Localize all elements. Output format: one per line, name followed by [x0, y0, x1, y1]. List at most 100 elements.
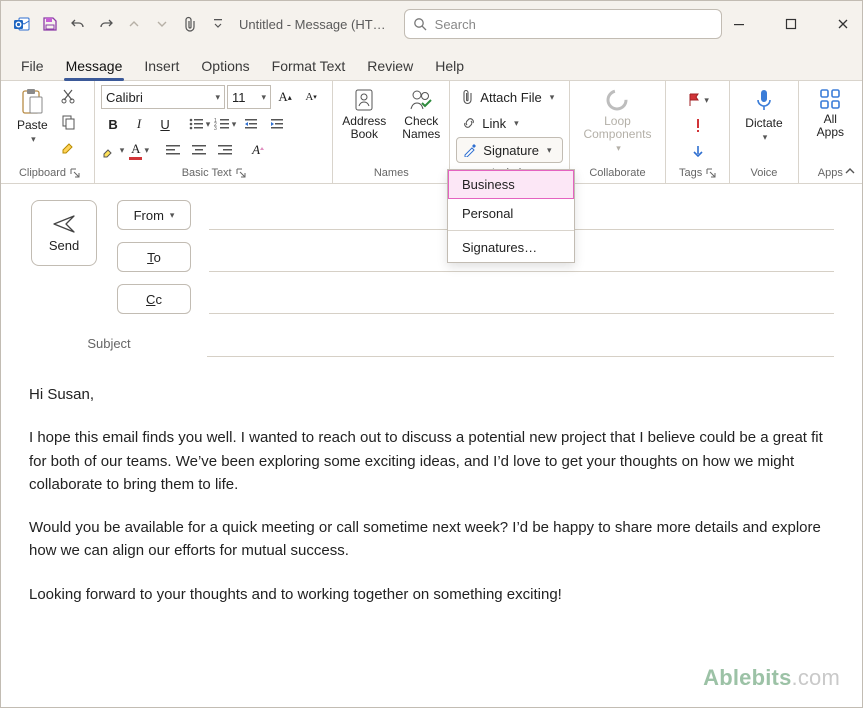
group-basic-text-label: Basic Text: [182, 167, 232, 179]
paperclip-icon: [462, 89, 474, 105]
bold-icon[interactable]: B: [101, 113, 125, 135]
to-button[interactable]: To: [117, 242, 191, 272]
maximize-button[interactable]: [774, 7, 808, 41]
font-size-combo[interactable]: 11▾: [227, 85, 271, 109]
low-importance-icon[interactable]: [686, 141, 710, 163]
align-center-icon[interactable]: [187, 139, 211, 161]
signature-menu-signatures[interactable]: Signatures…: [448, 233, 574, 262]
signature-button[interactable]: Signature▾: [456, 137, 563, 163]
follow-up-icon[interactable]: ▾: [686, 89, 710, 111]
tab-message[interactable]: Message: [64, 54, 125, 80]
tab-format-text[interactable]: Format Text: [270, 54, 348, 80]
close-button[interactable]: [826, 7, 860, 41]
tab-options[interactable]: Options: [199, 54, 251, 80]
signature-menu-business[interactable]: Business: [448, 170, 574, 199]
link-button[interactable]: Link▾: [456, 111, 563, 135]
check-names-button[interactable]: Check Names: [396, 85, 446, 143]
decrease-indent-icon[interactable]: [239, 113, 263, 135]
window-controls: [722, 7, 860, 41]
address-book-button[interactable]: Address Book: [336, 85, 392, 143]
clipboard-icon: [19, 87, 45, 117]
signature-menu-personal[interactable]: Personal: [448, 199, 574, 228]
search-input[interactable]: Search: [404, 9, 722, 39]
subject-label: Subject: [29, 336, 189, 351]
align-right-icon[interactable]: [213, 139, 237, 161]
tab-insert[interactable]: Insert: [142, 54, 181, 80]
loop-icon: [604, 87, 630, 113]
qat-overflow-icon[interactable]: [205, 11, 231, 37]
address-book-icon: [352, 87, 376, 113]
collapse-ribbon-icon[interactable]: [844, 165, 856, 177]
tab-review[interactable]: Review: [365, 54, 415, 80]
paste-button[interactable]: Paste▾: [11, 85, 54, 148]
subject-field[interactable]: [207, 330, 834, 357]
dialog-launcher-icon[interactable]: [70, 168, 80, 178]
group-basic-text: Calibri▾ 11▾ A▴ A▾ B I U ▾ 123▾ ▾ A▾: [95, 81, 333, 183]
shrink-font-icon[interactable]: A▾: [299, 86, 323, 108]
underline-icon[interactable]: U: [153, 113, 177, 135]
nav-down-icon: [149, 11, 175, 37]
loop-label: Loop Components: [583, 115, 651, 141]
grow-font-icon[interactable]: A▴: [273, 86, 297, 108]
body-paragraph: Would you be available for a quick meeti…: [29, 516, 834, 563]
body-paragraph: I hope this email finds you well. I want…: [29, 426, 834, 496]
watermark-suffix: .com: [792, 665, 840, 690]
font-name-combo[interactable]: Calibri▾: [101, 85, 225, 109]
numbering-icon[interactable]: 123▾: [213, 113, 237, 135]
format-painter-icon[interactable]: [56, 137, 80, 159]
tab-file[interactable]: File: [19, 54, 46, 80]
body-paragraph: Looking forward to your thoughts and to …: [29, 583, 834, 606]
group-apps-label: Apps: [818, 167, 843, 179]
compose-area: Send From▾ To Cc Subject Hi Susan, I hop…: [1, 184, 862, 606]
loop-components-button: Loop Components▾: [577, 85, 657, 156]
message-body[interactable]: Hi Susan, I hope this email finds you we…: [29, 383, 834, 606]
high-importance-icon[interactable]: [686, 115, 710, 137]
group-clipboard-label: Clipboard: [19, 167, 66, 179]
nav-up-icon: [121, 11, 147, 37]
link-icon: [462, 116, 476, 130]
window-title: Untitled - Message (HT…: [239, 17, 386, 32]
from-button[interactable]: From▾: [117, 200, 191, 230]
italic-icon[interactable]: I: [127, 113, 151, 135]
dictate-button[interactable]: Dictate▾: [739, 85, 788, 145]
send-button[interactable]: Send: [31, 200, 97, 266]
send-label: Send: [49, 238, 79, 253]
search-icon: [413, 17, 427, 31]
group-collaborate-label: Collaborate: [589, 167, 645, 179]
group-voice-label: Voice: [751, 167, 778, 179]
send-icon: [52, 214, 76, 234]
attach-icon[interactable]: [177, 11, 203, 37]
increase-indent-icon[interactable]: [265, 113, 289, 135]
group-collaborate: Loop Components▾ Collaborate: [570, 81, 666, 183]
paste-label: Paste: [17, 118, 48, 132]
check-names-icon: [408, 87, 434, 113]
save-icon[interactable]: [37, 11, 63, 37]
ribbon-tabs: File Message Insert Options Format Text …: [1, 48, 862, 81]
signature-menu: Business Personal Signatures…: [447, 169, 575, 263]
clear-formatting-icon[interactable]: A: [247, 139, 271, 161]
cc-button[interactable]: Cc: [117, 284, 191, 314]
undo-icon[interactable]: [65, 11, 91, 37]
highlight-icon[interactable]: ▾: [101, 139, 125, 161]
attach-file-button[interactable]: Attach File▾: [456, 85, 563, 109]
dialog-launcher-icon[interactable]: [236, 168, 246, 178]
group-tags-label: Tags: [679, 167, 702, 179]
cc-field[interactable]: [209, 285, 834, 314]
align-left-icon[interactable]: [161, 139, 185, 161]
apps-icon: [818, 87, 842, 111]
attach-file-label: Attach File: [480, 90, 541, 105]
dialog-launcher-icon[interactable]: [706, 168, 716, 178]
address-book-label: Address Book: [342, 115, 386, 141]
group-include: Attach File▾ Link▾ Signature▾ Include: [450, 81, 570, 183]
all-apps-button[interactable]: All Apps: [811, 85, 850, 141]
ribbon: Paste▾ Clipboard Calibri▾ 11▾ A▴ A▾ B I: [1, 81, 862, 184]
copy-icon[interactable]: [56, 111, 80, 133]
group-voice: Dictate▾ Voice: [730, 81, 798, 183]
redo-icon[interactable]: [93, 11, 119, 37]
font-color-icon[interactable]: A▾: [127, 139, 151, 161]
cut-icon[interactable]: [56, 85, 80, 107]
minimize-button[interactable]: [722, 7, 756, 41]
tab-help[interactable]: Help: [433, 54, 466, 80]
svg-text:3: 3: [214, 126, 217, 131]
bullets-icon[interactable]: ▾: [187, 113, 211, 135]
